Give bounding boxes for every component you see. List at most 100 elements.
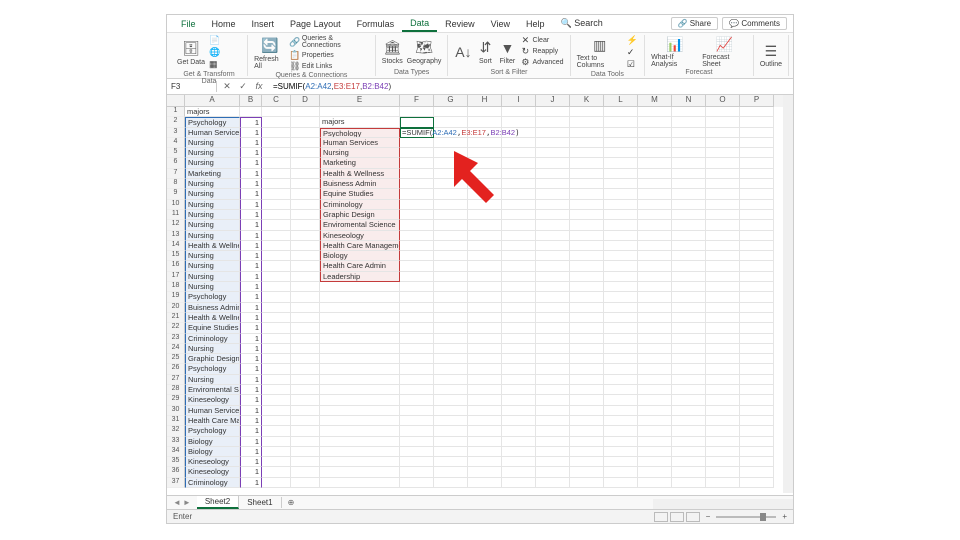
cell[interactable]: Health & Wellness <box>320 169 400 179</box>
cell[interactable] <box>570 426 604 436</box>
cell[interactable] <box>706 179 740 189</box>
col-header[interactable]: F <box>400 95 434 107</box>
cell[interactable] <box>434 385 468 395</box>
cell[interactable] <box>291 354 320 364</box>
row-header[interactable]: 30 <box>167 406 185 416</box>
sheet-tab-sheet2[interactable]: Sheet2 <box>197 496 239 509</box>
cell[interactable] <box>706 200 740 210</box>
cell[interactable] <box>291 323 320 333</box>
cell[interactable] <box>400 241 434 251</box>
row-header[interactable]: 4 <box>167 138 185 148</box>
cell[interactable]: Nursing <box>185 272 240 282</box>
cell[interactable]: 1 <box>240 416 262 426</box>
cell[interactable] <box>502 179 536 189</box>
cell[interactable] <box>320 447 400 457</box>
cell[interactable] <box>400 251 434 261</box>
cell[interactable] <box>320 437 400 447</box>
cell[interactable] <box>502 344 536 354</box>
cell[interactable]: Nursing <box>185 179 240 189</box>
edit-links-link[interactable]: ⛓Edit Links <box>290 61 369 71</box>
comments-button[interactable]: 💬 Comments <box>722 17 787 30</box>
cell[interactable] <box>638 406 672 416</box>
cell[interactable] <box>434 364 468 374</box>
cell[interactable] <box>502 437 536 447</box>
cell[interactable] <box>740 313 774 323</box>
cell[interactable] <box>434 354 468 364</box>
row-header[interactable]: 29 <box>167 395 185 405</box>
cell[interactable] <box>604 272 638 282</box>
cell[interactable] <box>262 416 291 426</box>
cell[interactable] <box>604 344 638 354</box>
cell[interactable] <box>672 189 706 199</box>
cell[interactable] <box>740 385 774 395</box>
cell[interactable] <box>672 282 706 292</box>
queries-connections-link[interactable]: 🔗Queries & Connections <box>290 35 369 49</box>
cell[interactable] <box>468 282 502 292</box>
cell[interactable] <box>570 251 604 261</box>
cell[interactable] <box>400 200 434 210</box>
row-header[interactable]: 37 <box>167 478 185 488</box>
cell[interactable] <box>536 179 570 189</box>
cell[interactable] <box>740 220 774 230</box>
cell[interactable] <box>740 467 774 477</box>
cell[interactable] <box>291 220 320 230</box>
cell[interactable] <box>468 220 502 230</box>
cell[interactable] <box>502 334 536 344</box>
cell[interactable] <box>502 395 536 405</box>
cell[interactable] <box>468 251 502 261</box>
cell[interactable] <box>400 189 434 199</box>
cell[interactable]: 1 <box>240 272 262 282</box>
cell[interactable] <box>570 220 604 230</box>
col-header[interactable]: H <box>468 95 502 107</box>
cell[interactable] <box>434 395 468 405</box>
cell[interactable]: Biology <box>185 437 240 447</box>
cell[interactable]: Marketing <box>320 158 400 168</box>
cell[interactable] <box>262 457 291 467</box>
cell[interactable] <box>740 437 774 447</box>
cell[interactable]: Nursing <box>185 148 240 158</box>
cell[interactable] <box>740 406 774 416</box>
cell[interactable] <box>672 437 706 447</box>
cell[interactable]: Health Care Management <box>185 416 240 426</box>
cell[interactable] <box>400 334 434 344</box>
cell[interactable] <box>320 467 400 477</box>
cell[interactable] <box>400 210 434 220</box>
cell[interactable] <box>672 128 706 138</box>
cell[interactable] <box>502 220 536 230</box>
cell[interactable] <box>672 364 706 374</box>
col-header[interactable]: N <box>672 95 706 107</box>
cell[interactable] <box>536 354 570 364</box>
cell[interactable] <box>638 220 672 230</box>
refresh-all-button[interactable]: 🔄 Refresh All <box>254 37 286 70</box>
cell[interactable] <box>468 210 502 220</box>
cell[interactable] <box>570 231 604 241</box>
cancel-formula-button[interactable]: ✕ <box>221 81 233 92</box>
fx-button[interactable]: fx <box>253 81 265 92</box>
cell[interactable] <box>638 107 672 117</box>
row-header[interactable]: 26 <box>167 364 185 374</box>
row-header[interactable]: 16 <box>167 261 185 271</box>
cell[interactable] <box>604 189 638 199</box>
cell[interactable] <box>604 406 638 416</box>
cell[interactable]: Human Services <box>185 406 240 416</box>
cell[interactable] <box>502 200 536 210</box>
cell[interactable] <box>638 334 672 344</box>
row-header[interactable]: 28 <box>167 385 185 395</box>
cell[interactable]: Psychology <box>185 426 240 436</box>
cell[interactable] <box>740 210 774 220</box>
cell[interactable] <box>434 282 468 292</box>
cell[interactable] <box>638 416 672 426</box>
cell[interactable] <box>434 200 468 210</box>
cell[interactable] <box>434 313 468 323</box>
cell[interactable]: 1 <box>240 395 262 405</box>
cell[interactable] <box>706 364 740 374</box>
cell[interactable] <box>240 107 262 117</box>
cell[interactable] <box>291 467 320 477</box>
cell[interactable] <box>740 189 774 199</box>
cell[interactable] <box>320 334 400 344</box>
tab-data[interactable]: Data <box>402 16 437 32</box>
cell[interactable] <box>536 344 570 354</box>
cell[interactable] <box>536 210 570 220</box>
cell[interactable] <box>604 426 638 436</box>
normal-view-button[interactable] <box>654 512 668 522</box>
